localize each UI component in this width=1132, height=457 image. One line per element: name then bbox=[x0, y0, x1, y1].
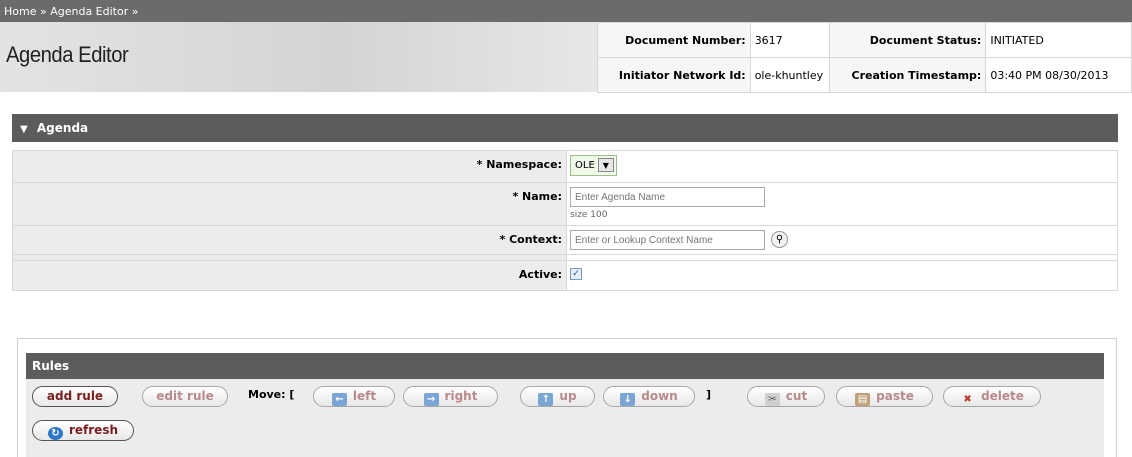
creation-timestamp-label: Creation Timestamp: bbox=[828, 57, 987, 93]
delete-button[interactable]: ✖ delete bbox=[943, 386, 1041, 407]
cut-button[interactable]: ✂ cut bbox=[747, 386, 825, 407]
name-label: * Name: bbox=[12, 182, 567, 226]
page-title: Agenda Editor bbox=[6, 42, 129, 67]
breadcrumb-separator: » bbox=[131, 5, 139, 18]
agenda-name-input[interactable] bbox=[570, 187, 765, 207]
name-size-hint: size 100 bbox=[570, 210, 608, 220]
move-down-label: down bbox=[641, 389, 678, 403]
move-up-button[interactable]: ↑ up bbox=[520, 386, 595, 407]
delete-label: delete bbox=[981, 389, 1024, 403]
agenda-form: * Namespace: OLE▼ * Name: size 100 * Con… bbox=[12, 150, 1118, 291]
paste-label: paste bbox=[876, 389, 914, 403]
rules-toolbar: add rule edit rule Move: [ ← left → right … bbox=[26, 379, 1104, 457]
active-checkbox[interactable]: ✓ bbox=[570, 268, 582, 280]
dropdown-arrow-icon[interactable]: ▼ bbox=[597, 158, 614, 172]
magnifier-icon[interactable]: ⚲ bbox=[771, 231, 788, 248]
triangle-down-icon[interactable]: ▼ bbox=[20, 124, 28, 135]
creation-timestamp-value: 03:40 PM 08/30/2013 bbox=[985, 57, 1132, 93]
paste-button[interactable]: ▤ paste bbox=[836, 386, 933, 407]
arrow-down-icon: ↓ bbox=[620, 393, 636, 406]
initiator-label: Initiator Network Id: bbox=[597, 57, 751, 93]
agenda-section-header[interactable]: ▼ Agenda bbox=[12, 114, 1118, 142]
move-down-button[interactable]: ↓ down bbox=[603, 386, 695, 407]
refresh-icon: ↻ bbox=[47, 427, 63, 440]
namespace-label: * Namespace: bbox=[12, 150, 567, 183]
breadcrumb: Home » Agenda Editor » bbox=[0, 0, 1132, 22]
initiator-value: ole-khuntley bbox=[749, 57, 830, 93]
refresh-button[interactable]: ↻ refresh bbox=[32, 420, 134, 441]
namespace-selected-value: OLE bbox=[575, 160, 595, 171]
context-label: * Context: bbox=[12, 225, 567, 255]
cut-label: cut bbox=[785, 389, 808, 403]
breadcrumb-agenda-editor[interactable]: Agenda Editor bbox=[50, 5, 128, 18]
document-info-table: Document Number: 3617 Document Status: I… bbox=[597, 22, 1132, 93]
rules-panel: Rules add rule edit rule Move: [ ← left →… bbox=[17, 338, 1117, 457]
active-label: Active: bbox=[12, 260, 567, 291]
namespace-select[interactable]: OLE ▼ bbox=[570, 155, 617, 176]
breadcrumb-home[interactable]: Home bbox=[4, 5, 36, 18]
clipboard-icon: ▤ bbox=[855, 393, 871, 406]
scissors-icon: ✂ bbox=[764, 393, 780, 406]
arrow-up-icon: ↑ bbox=[538, 393, 554, 406]
move-left-button[interactable]: ← left bbox=[313, 386, 395, 407]
breadcrumb-separator: » bbox=[39, 5, 47, 18]
document-number-value: 3617 bbox=[749, 22, 830, 58]
move-left-label: left bbox=[352, 389, 377, 403]
move-label: Move: [ bbox=[248, 388, 295, 401]
edit-rule-button[interactable]: edit rule bbox=[142, 386, 228, 407]
arrow-right-icon: → bbox=[423, 393, 439, 406]
document-number-label: Document Number: bbox=[597, 22, 751, 58]
rules-header: Rules bbox=[26, 353, 1104, 379]
arrow-left-icon: ← bbox=[331, 393, 347, 406]
document-status-label: Document Status: bbox=[828, 22, 987, 58]
move-right-button[interactable]: → right bbox=[403, 386, 498, 407]
delete-x-icon: ✖ bbox=[963, 394, 972, 405]
move-close-bracket: ] bbox=[706, 388, 712, 401]
add-rule-button[interactable]: add rule bbox=[32, 386, 118, 407]
agenda-section-title: Agenda bbox=[36, 121, 89, 135]
refresh-label: refresh bbox=[68, 423, 119, 437]
document-status-value: INITIATED bbox=[985, 22, 1132, 58]
move-right-label: right bbox=[444, 389, 478, 403]
context-input[interactable] bbox=[570, 230, 765, 250]
move-up-label: up bbox=[559, 389, 577, 403]
